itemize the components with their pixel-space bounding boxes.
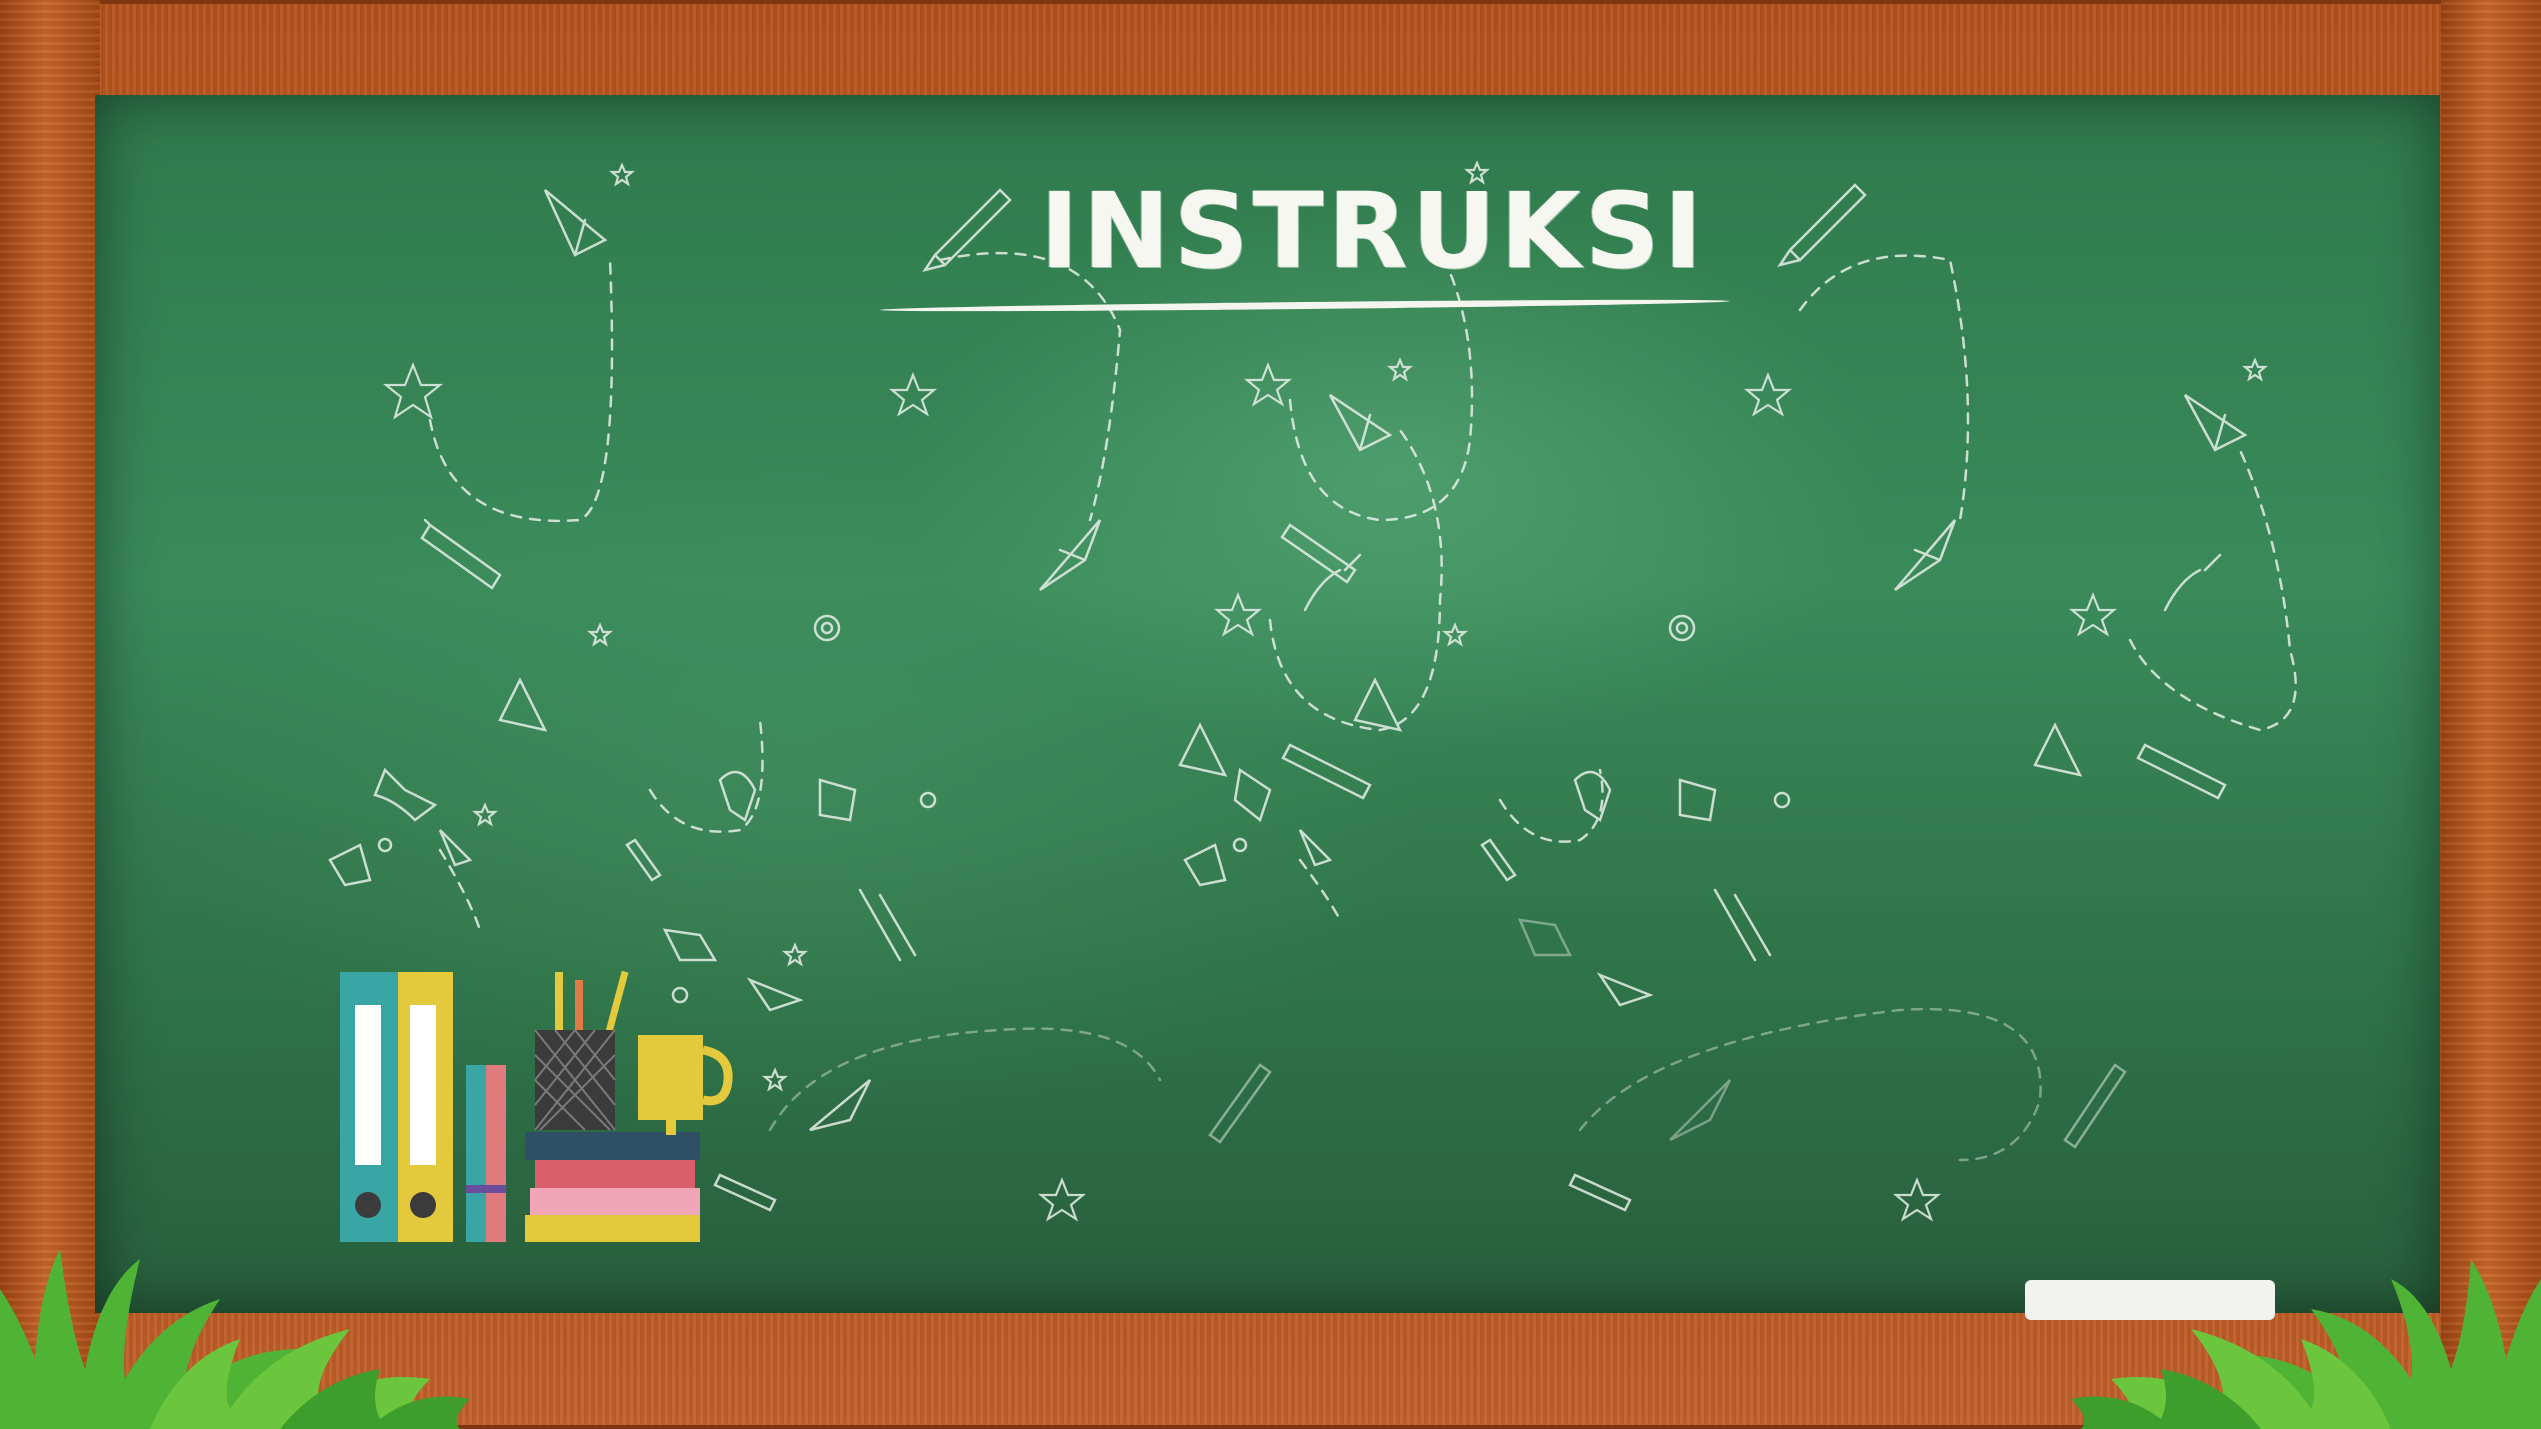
- formula-icon: [1303, 553, 1362, 612]
- triangle-icon: [2033, 722, 2083, 777]
- paper-plane-icon: [1596, 972, 1654, 1007]
- paper-plane-icon: [2183, 393, 2248, 452]
- book-icon: [818, 778, 857, 822]
- dashed-path: [938, 251, 1122, 522]
- pencil-icon: [625, 838, 662, 882]
- star-icon: [382, 362, 444, 420]
- star-icon: [586, 622, 614, 647]
- star-icon: [471, 802, 499, 827]
- star-icon: [1743, 372, 1793, 417]
- spiral-icon: [919, 791, 937, 809]
- book-icon: [662, 928, 718, 962]
- star-icon: [1037, 1177, 1087, 1222]
- paper-plane-icon: [809, 1079, 872, 1132]
- star-icon: [888, 372, 938, 417]
- dashed-path: [1498, 768, 1604, 843]
- star-icon: [1213, 592, 1263, 637]
- dashed-path: [438, 848, 482, 932]
- pencil-icon: [1480, 838, 1517, 882]
- star-icon: [761, 1067, 789, 1092]
- bell-icon: [718, 770, 757, 822]
- pencil-cup: [534, 970, 629, 1131]
- pencil-icon: [1280, 523, 1357, 584]
- paper-plane-icon: [1669, 1079, 1732, 1142]
- dashed-path: [1798, 254, 1970, 522]
- star-icon: [1441, 622, 1469, 647]
- formula-icon: [1713, 888, 1772, 962]
- bell-icon: [328, 843, 372, 887]
- spiral-icon: [813, 614, 841, 642]
- grass-left: [0, 1249, 470, 1429]
- paper-plane-icon: [746, 977, 804, 1012]
- triangle-icon: [1353, 677, 1403, 732]
- triangle-icon: [1178, 722, 1228, 777]
- paper-plane-icon: [543, 189, 608, 257]
- paper-plane-icon: [1039, 519, 1102, 592]
- star-icon: [2068, 592, 2118, 637]
- book-icon: [1678, 778, 1717, 822]
- pencil-icon: [1777, 183, 1867, 267]
- dashed-path: [428, 258, 614, 523]
- pencil-icon: [1208, 1063, 1272, 1144]
- book-icon: [1233, 767, 1272, 823]
- page-title: INSTRUKSI: [1040, 170, 1707, 292]
- bell-icon: [1183, 843, 1227, 887]
- paper-plane-icon: [1328, 393, 1393, 452]
- pencil-icon: [2136, 743, 2227, 800]
- dashed-path: [1268, 428, 1443, 732]
- pencil-icon: [922, 188, 1012, 272]
- star-icon: [1386, 357, 1414, 382]
- formula-icon: [858, 888, 917, 962]
- spiral-icon: [1773, 791, 1791, 809]
- book-icon: [1517, 918, 1573, 957]
- bell-icon: [1573, 770, 1612, 822]
- pencil-icon: [1568, 1173, 1632, 1212]
- star-icon: [1243, 362, 1293, 407]
- mug: [638, 1035, 733, 1135]
- spiral-icon: [1668, 614, 1696, 642]
- star-icon: [2241, 357, 2269, 382]
- triangle-icon: [498, 677, 548, 732]
- pencil-icon: [1281, 743, 1372, 800]
- paper-plane-icon: [1894, 519, 1957, 592]
- paper-plane-icon: [1298, 829, 1333, 867]
- pencil-icon: [420, 518, 502, 590]
- spiral-icon: [377, 837, 393, 853]
- star-icon: [608, 162, 636, 187]
- grass-right: [2071, 1259, 2541, 1429]
- book-icon: [373, 767, 438, 822]
- dashed-path: [2128, 448, 2297, 732]
- formula-icon: [2163, 553, 2222, 612]
- star-icon: [781, 942, 809, 967]
- spiral-icon: [1232, 837, 1248, 853]
- dashed-path: [1298, 858, 1342, 922]
